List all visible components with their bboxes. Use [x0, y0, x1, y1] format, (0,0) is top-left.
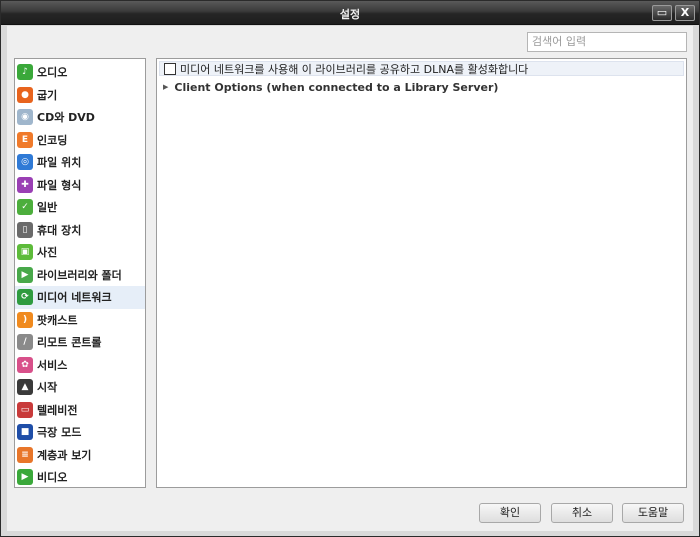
services-icon: ✿	[17, 356, 33, 373]
window-title: 설정	[339, 8, 361, 21]
sidebar-item-label: 오디오	[37, 66, 68, 80]
sidebar-item[interactable]: ▭ 텔레비전	[15, 399, 145, 422]
sidebar-item[interactable]: ◉ CD와 DVD	[15, 106, 145, 129]
close-button[interactable]: X	[675, 5, 695, 21]
sidebar-item-label: 시작	[37, 381, 58, 395]
sidebar-item-label: 사진	[37, 246, 58, 260]
sidebar-item[interactable]: ) 팟캐스트	[15, 309, 145, 332]
cancel-button[interactable]: 취소	[551, 503, 613, 523]
burn-icon: ●	[17, 86, 33, 103]
sidebar-item[interactable]: ▶ 비디오	[15, 466, 145, 489]
media-network-icon: ⟳	[17, 289, 33, 306]
audio-icon: ♪	[17, 64, 33, 81]
dlna-checkbox[interactable]	[164, 62, 176, 75]
startup-icon: ▲	[17, 379, 33, 396]
dlna-option-row[interactable]: 미디어 네트워크를 사용해 이 라이브러리를 공유하고 DLNA를 활성화합니다	[159, 61, 684, 76]
sidebar-item-label: 파일 위치	[37, 156, 82, 170]
sidebar-item[interactable]: ▣ 사진	[15, 241, 145, 264]
portable-device-icon: ▯	[17, 221, 33, 238]
file-location-icon: ◎	[17, 154, 33, 171]
sidebar-item-label: 파일 형식	[37, 178, 82, 192]
help-button[interactable]: 도움말	[622, 503, 684, 523]
dialog-body: 검색어 입력 ♪ 오디오 ● 굽기 ◉ CD와 DVD E 인코딩 ◎ 파일 위치 ✚ 파일 형식 ✓ 일…	[7, 26, 693, 531]
video-icon: ▶	[17, 469, 33, 486]
encoding-icon: E	[17, 131, 33, 148]
sidebar-item[interactable]: ▯ 휴대 장치	[15, 219, 145, 242]
general-icon: ✓	[17, 199, 33, 216]
client-options-row[interactable]: ▶ Client Options (when connected to a Li…	[163, 80, 498, 94]
library-folder-icon: ▶	[17, 266, 33, 283]
sidebar-item[interactable]: ≡ 계층과 보기	[15, 444, 145, 467]
cd-dvd-icon: ◉	[17, 109, 33, 126]
tree-view-icon: ≡	[17, 446, 33, 463]
title-bar: 설정 ▭ X	[1, 1, 699, 25]
ok-button[interactable]: 확인	[479, 503, 541, 523]
restore-button[interactable]: ▭	[652, 5, 672, 21]
sidebar-item[interactable]: ✓ 일반	[15, 196, 145, 219]
dlna-checkbox-label: 미디어 네트워크를 사용해 이 라이브러리를 공유하고 DLNA를 활성화합니다	[180, 62, 529, 76]
sidebar-item[interactable]: ▶ 라이브러리와 폴더	[15, 264, 145, 287]
settings-window: 설정 ▭ X 검색어 입력 ♪ 오디오 ● 굽기 ◉ CD와 DVD E 인코딩 ◎ 파일 위치 ✚…	[0, 0, 700, 537]
sidebar-item-label: 휴대 장치	[37, 223, 82, 237]
client-options-label: Client Options (when connected to a Libr…	[174, 80, 499, 94]
sidebar-item-label: 리모트 콘트롤	[37, 336, 102, 350]
sidebar-item-label: 극장 모드	[37, 426, 82, 440]
search-input[interactable]: 검색어 입력	[527, 32, 687, 52]
sidebar-item-label: 계층과 보기	[37, 448, 92, 462]
sidebar-item[interactable]: ▲ 시작	[15, 376, 145, 399]
sidebar-item[interactable]: ⟳ 미디어 네트워크	[15, 286, 145, 309]
sidebar-item-label: 인코딩	[37, 133, 68, 147]
sidebar-item-label: CD와 DVD	[37, 111, 95, 125]
sidebar-item-label: 팟캐스트	[37, 313, 78, 327]
sidebar-item-label: 텔레비전	[37, 403, 78, 417]
television-icon: ▭	[17, 401, 33, 418]
file-format-icon: ✚	[17, 176, 33, 193]
sidebar-item-label: 라이브러리와 폴더	[37, 268, 122, 282]
theater-mode-icon: ■	[17, 424, 33, 441]
sidebar-item[interactable]: ◎ 파일 위치	[15, 151, 145, 174]
sidebar-item-label: 비디오	[37, 471, 68, 485]
podcast-icon: )	[17, 311, 33, 328]
sidebar-item-label: 굽기	[37, 88, 58, 102]
sidebar-item[interactable]: ♪ 오디오	[15, 61, 145, 84]
sidebar-item[interactable]: / 리모트 콘트롤	[15, 331, 145, 354]
sidebar-item[interactable]: ■ 극장 모드	[15, 421, 145, 444]
sidebar-item[interactable]: ● 굽기	[15, 84, 145, 107]
photo-icon: ▣	[17, 244, 33, 261]
sidebar-item-label: 미디어 네트워크	[37, 291, 112, 305]
sidebar-item-label: 일반	[37, 201, 58, 215]
category-sidebar: ♪ 오디오 ● 굽기 ◉ CD와 DVD E 인코딩 ◎ 파일 위치 ✚ 파일 형식 ✓ 일반 ▯ 휴대 장치…	[14, 58, 146, 488]
sidebar-item[interactable]: ✚ 파일 형식	[15, 174, 145, 197]
sidebar-item[interactable]: E 인코딩	[15, 129, 145, 152]
sidebar-item[interactable]: ✿ 서비스	[15, 354, 145, 377]
expand-arrow-icon[interactable]: ▶	[163, 83, 168, 91]
sidebar-item-label: 서비스	[37, 358, 68, 372]
settings-panel: 미디어 네트워크를 사용해 이 라이브러리를 공유하고 DLNA를 활성화합니다…	[156, 58, 687, 488]
remote-control-icon: /	[17, 334, 33, 351]
